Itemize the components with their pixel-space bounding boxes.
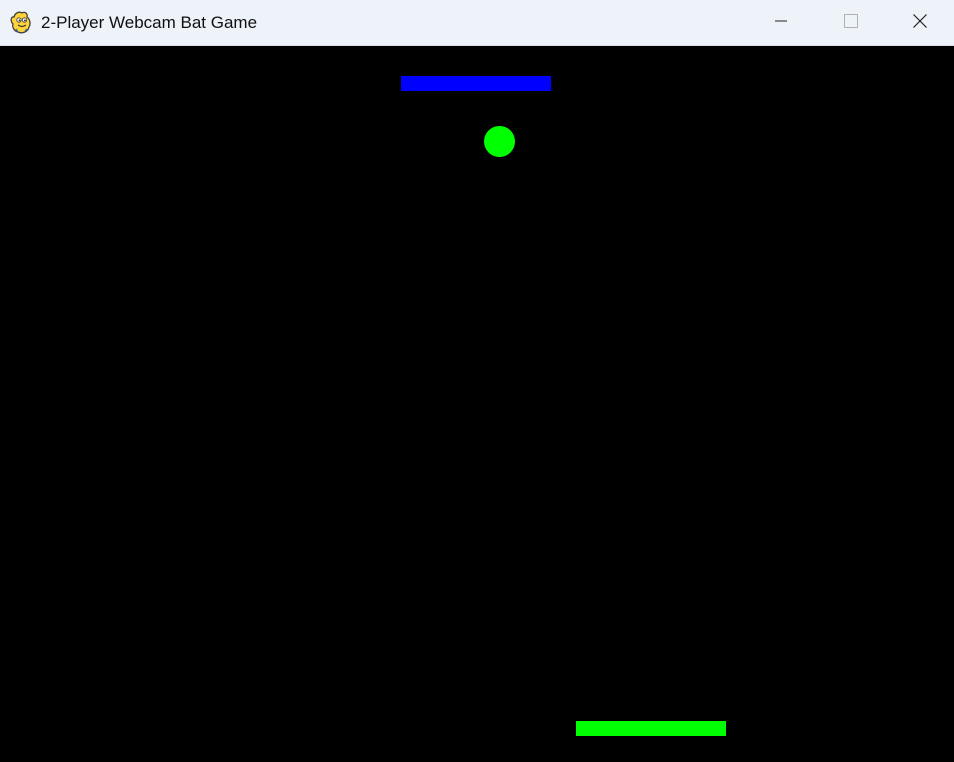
maximize-icon bbox=[843, 13, 859, 34]
minimize-icon bbox=[773, 13, 789, 34]
top-player-bat bbox=[401, 76, 551, 91]
maximize-button[interactable] bbox=[816, 0, 886, 46]
bottom-player-bat bbox=[576, 721, 726, 736]
close-icon bbox=[912, 13, 928, 34]
game-ball bbox=[484, 126, 515, 157]
minimize-button[interactable] bbox=[746, 0, 816, 46]
game-window: 2-Player Webcam Bat Game bbox=[0, 0, 954, 762]
pygame-snake-icon bbox=[9, 10, 33, 36]
game-canvas[interactable] bbox=[0, 46, 954, 762]
window-title: 2-Player Webcam Bat Game bbox=[41, 13, 258, 32]
close-button[interactable] bbox=[885, 0, 954, 46]
title-bar[interactable]: 2-Player Webcam Bat Game bbox=[0, 0, 954, 46]
